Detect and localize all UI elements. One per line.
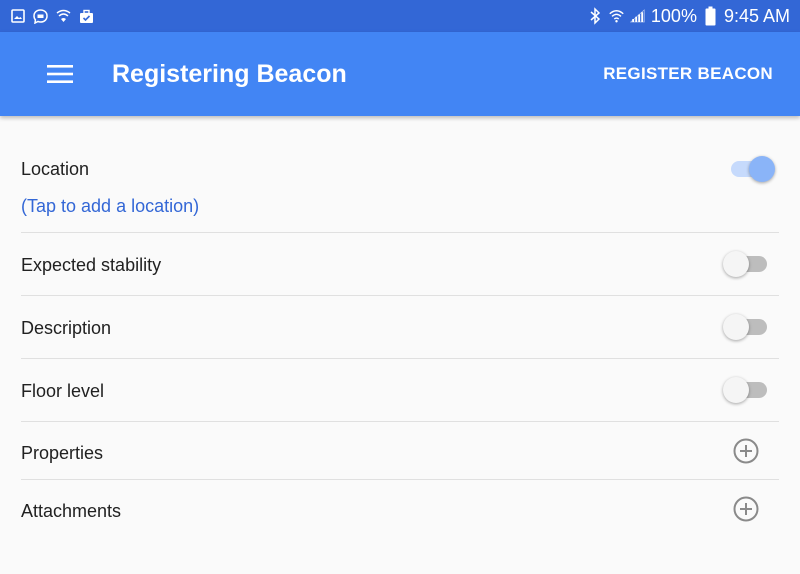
expected-stability-row[interactable]: Expected stability [21,233,779,296]
clock: 9:45 AM [723,5,790,26]
battery-percent: 100% [650,5,697,26]
chat-icon [33,8,48,24]
status-bar: 100% 9:45 AM [0,0,800,32]
floor-level-label: Floor level [21,381,105,401]
description-toggle[interactable] [723,314,767,340]
expected-stability-label: Expected stability [21,255,162,275]
settings-list: Location (Tap to add a location) Expecte… [0,116,800,538]
add-location-link[interactable]: (Tap to add a location) [21,196,199,217]
attachments-label: Attachments [21,501,122,521]
signal-icon [629,9,645,24]
floor-level-row[interactable]: Floor level [21,359,779,422]
description-row[interactable]: Description [21,296,779,359]
floor-level-toggle[interactable] [723,377,767,403]
expected-stability-toggle[interactable] [723,251,767,277]
add-property-icon[interactable] [733,438,759,464]
app-bar: Registering Beacon REGISTER BEACON [0,32,800,116]
image-icon [10,9,25,24]
page-title: Registering Beacon [112,59,347,88]
add-attachment-icon[interactable] [733,496,759,522]
properties-row[interactable]: Properties [21,422,779,480]
location-label: Location [21,159,90,179]
location-row[interactable]: Location (Tap to add a location) [21,116,779,233]
toggle-knob [723,251,749,277]
wifi-icon [609,9,624,24]
battery-icon [703,6,718,26]
briefcase-check-icon [79,9,94,24]
toggle-knob [749,156,775,182]
register-beacon-button[interactable]: REGISTER BEACON [603,64,773,84]
toggle-knob [723,314,749,340]
system-icons: 100% 9:45 AM [588,6,790,27]
bluetooth-icon [588,7,603,25]
notification-icons [10,8,94,24]
menu-button[interactable] [40,54,80,94]
toggle-knob [723,377,749,403]
attachments-row[interactable]: Attachments [21,480,779,538]
location-toggle[interactable] [731,156,775,182]
properties-label: Properties [21,443,104,463]
shield-wifi-icon [56,9,71,24]
description-label: Description [21,318,112,338]
hamburger-icon [47,65,73,83]
